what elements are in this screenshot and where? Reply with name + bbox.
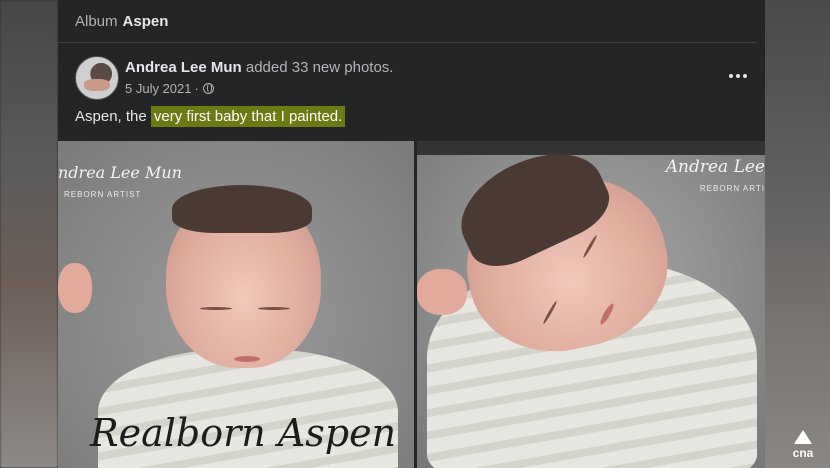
album-prefix: Album [75, 12, 118, 30]
photo-watermark-subtitle: REBORN ARTI [699, 184, 765, 193]
album-name-link[interactable]: Aspen [123, 13, 169, 30]
baby-mouth [234, 356, 260, 362]
background-blur-right [765, 0, 830, 468]
more-options-button[interactable] [726, 64, 750, 88]
photo-baby-front[interactable]: ndrea Lee Mun REBORN ARTIST Realborn Asp… [58, 141, 414, 468]
author-line: Andrea Lee Mun added 33 new photos. [125, 59, 393, 76]
baby-eye-left [200, 307, 232, 310]
author-avatar[interactable] [75, 56, 119, 100]
dot-icon [736, 74, 740, 78]
cna-logo: cna [788, 430, 818, 460]
baby-hair [172, 185, 312, 233]
dot-icon [743, 74, 747, 78]
author-name-link[interactable]: Andrea Lee Mun [125, 59, 242, 76]
photo-watermark: ndrea Lee Mun [58, 163, 182, 182]
baby-hand [58, 263, 92, 313]
caption-text: Aspen, the [75, 108, 151, 125]
baby-hand [417, 269, 467, 315]
globe-icon [202, 83, 214, 94]
post-date[interactable]: 5 July 2021 [125, 81, 192, 96]
cna-logo-icon [794, 430, 812, 444]
post-header: Andrea Lee Mun added 33 new photos. 5 Ju… [75, 56, 765, 100]
post-action-text: added 33 new photos. [245, 59, 394, 76]
background-blur-left [0, 0, 58, 468]
dot-icon [729, 74, 733, 78]
post-caption: Aspen, the very first baby that I painte… [75, 106, 346, 127]
baby-eye-right [258, 307, 290, 310]
photo-baby-side[interactable]: Andrea Lee REBORN ARTI [417, 141, 765, 468]
photo-watermark-subtitle: REBORN ARTIST [64, 190, 142, 199]
photo-grid: ndrea Lee Mun REBORN ARTIST Realborn Asp… [58, 141, 765, 468]
caption-highlighted-text: very first baby that I painted. [150, 106, 346, 127]
post-meta: 5 July 2021 · [125, 81, 214, 96]
album-bar: Album Aspen [58, 0, 757, 43]
cna-logo-text: cna [792, 446, 814, 460]
facebook-post: Album Aspen Andrea Lee Mun added 33 new … [58, 0, 765, 468]
photo-overlay-title: Realborn Aspen [90, 411, 397, 455]
photo-watermark: Andrea Lee [665, 157, 765, 177]
date-separator: · [194, 81, 199, 96]
